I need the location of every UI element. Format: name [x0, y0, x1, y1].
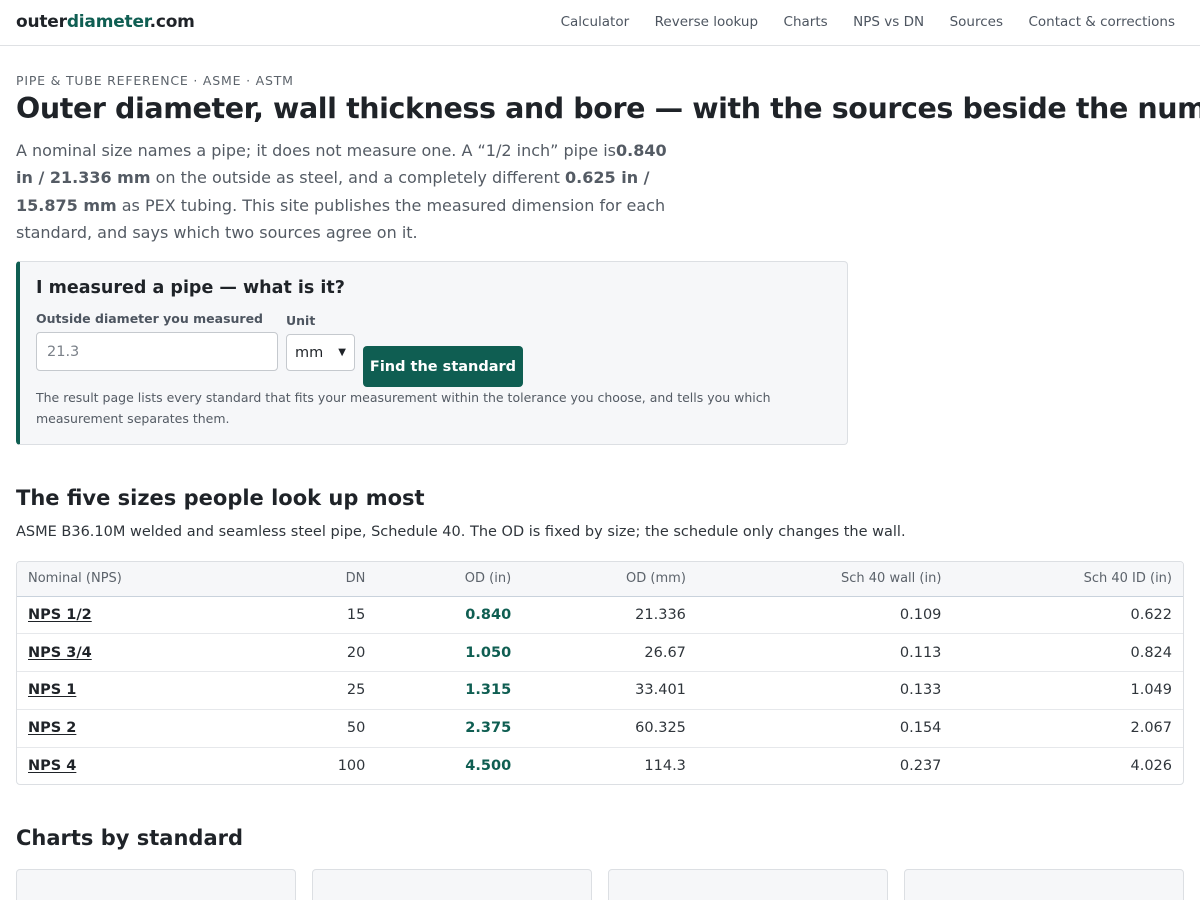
col-od-mm: OD (mm): [626, 571, 686, 587]
od-in-cell: 4.500: [465, 758, 512, 775]
id-cell: 0.824: [1130, 644, 1172, 661]
intro-lead: A nominal size names a pipe; it does not…: [16, 137, 681, 246]
logo-text-outer: outer: [16, 12, 67, 32]
unit-select-value: mm: [295, 344, 324, 361]
chart-card[interactable]: [608, 869, 888, 900]
lead-text-1: A nominal size names a pipe; it does not…: [16, 141, 616, 160]
nav-calculator[interactable]: Calculator: [561, 14, 630, 30]
od-mm-cell: 26.67: [644, 644, 686, 661]
wall-cell: 0.133: [899, 682, 942, 699]
reverse-lookup-panel: I measured a pipe — what is it? Outside …: [16, 261, 848, 445]
col-id: Sch 40 ID (in): [1083, 571, 1172, 587]
find-standard-button[interactable]: Find the standard: [363, 346, 523, 387]
chart-card[interactable]: [312, 869, 592, 900]
nps-link[interactable]: NPS 1/2: [28, 607, 92, 623]
dn-cell: 50: [346, 720, 366, 737]
nav-reverse-lookup[interactable]: Reverse lookup: [655, 14, 758, 30]
col-nominal: Nominal (NPS): [28, 571, 122, 587]
sizes-subtitle: ASME B36.10M welded and seamless steel p…: [16, 524, 906, 540]
eyebrow-label: PIPE & TUBE REFERENCE · ASME · ASTM: [16, 73, 294, 88]
lookup-help-text: The result page lists every standard tha…: [36, 390, 771, 426]
dn-cell: 15: [346, 606, 366, 623]
od-in-cell: 1.050: [465, 644, 512, 661]
nav-nps-vs-dn[interactable]: NPS vs DN: [853, 14, 924, 30]
unit-select[interactable]: mm ▼: [286, 334, 355, 371]
chart-card[interactable]: [16, 869, 296, 900]
od-mm-cell: 33.401: [635, 682, 686, 699]
site-header: outerdiameter.com Calculator Reverse loo…: [0, 0, 1200, 46]
page-title: Outer diameter, wall thickness and bore …: [16, 92, 1200, 125]
nav-charts[interactable]: Charts: [784, 14, 828, 30]
nav-contact[interactable]: Contact & corrections: [1028, 14, 1175, 30]
col-dn: DN: [345, 571, 366, 587]
table-header-row: Nominal (NPS) DN OD (in) OD (mm) Sch 40 …: [17, 562, 1183, 596]
id-cell: 4.026: [1130, 758, 1172, 775]
dn-cell: 25: [346, 682, 366, 699]
col-wall: Sch 40 wall (in): [841, 571, 942, 587]
table-row: NPS 4 100 4.500 114.3 0.237 4.026: [17, 747, 1183, 784]
wall-cell: 0.237: [899, 758, 942, 775]
dn-cell: 100: [337, 758, 366, 775]
id-cell: 0.622: [1130, 606, 1172, 623]
od-mm-cell: 21.336: [635, 606, 686, 623]
table-row: NPS 1 25 1.315 33.401 0.133 1.049: [17, 672, 1183, 710]
wall-cell: 0.154: [899, 720, 942, 737]
logo-text-com: .com: [149, 12, 195, 32]
table-row: NPS 3/4 20 1.050 26.67 0.113 0.824: [17, 634, 1183, 672]
lookup-title: I measured a pipe — what is it?: [36, 278, 345, 298]
site-logo[interactable]: outerdiameter.com: [16, 12, 195, 32]
chevron-down-icon: ▼: [338, 347, 346, 358]
od-in-cell: 1.315: [465, 682, 512, 699]
wall-cell: 0.113: [899, 644, 942, 661]
od-input[interactable]: [36, 332, 278, 371]
nps-link[interactable]: NPS 1: [28, 682, 76, 698]
col-od-in: OD (in): [464, 571, 512, 587]
table-row: NPS 1/2 15 0.840 21.336 0.109 0.622: [17, 596, 1183, 634]
main-nav: Calculator Reverse lookup Charts NPS vs …: [535, 14, 1175, 30]
unit-field-label: Unit: [286, 313, 316, 328]
nav-sources[interactable]: Sources: [950, 14, 1003, 30]
charts-heading: Charts by standard: [16, 826, 244, 850]
od-mm-cell: 114.3: [644, 758, 686, 775]
table-row: NPS 2 50 2.375 60.325 0.154 2.067: [17, 709, 1183, 748]
lead-text-2: on the outside as steel, and a completel…: [150, 168, 566, 188]
nps-link[interactable]: NPS 4: [28, 758, 76, 774]
sizes-heading: The five sizes people look up most: [16, 486, 425, 510]
chart-card[interactable]: [904, 869, 1184, 900]
sizes-table: Nominal (NPS) DN OD (in) OD (mm) Sch 40 …: [16, 561, 1184, 785]
nps-link[interactable]: NPS 2: [28, 720, 76, 736]
id-cell: 1.049: [1130, 682, 1172, 699]
od-field-label: Outside diameter you measured: [36, 311, 263, 326]
nps-link[interactable]: NPS 3/4: [28, 645, 92, 661]
id-cell: 2.067: [1130, 720, 1172, 737]
logo-text-diameter: diameter: [66, 12, 150, 32]
od-in-cell: 2.375: [465, 720, 512, 737]
dn-cell: 20: [346, 644, 366, 661]
wall-cell: 0.109: [899, 606, 942, 623]
od-in-cell: 0.840: [465, 606, 512, 623]
od-mm-cell: 60.325: [635, 720, 686, 737]
